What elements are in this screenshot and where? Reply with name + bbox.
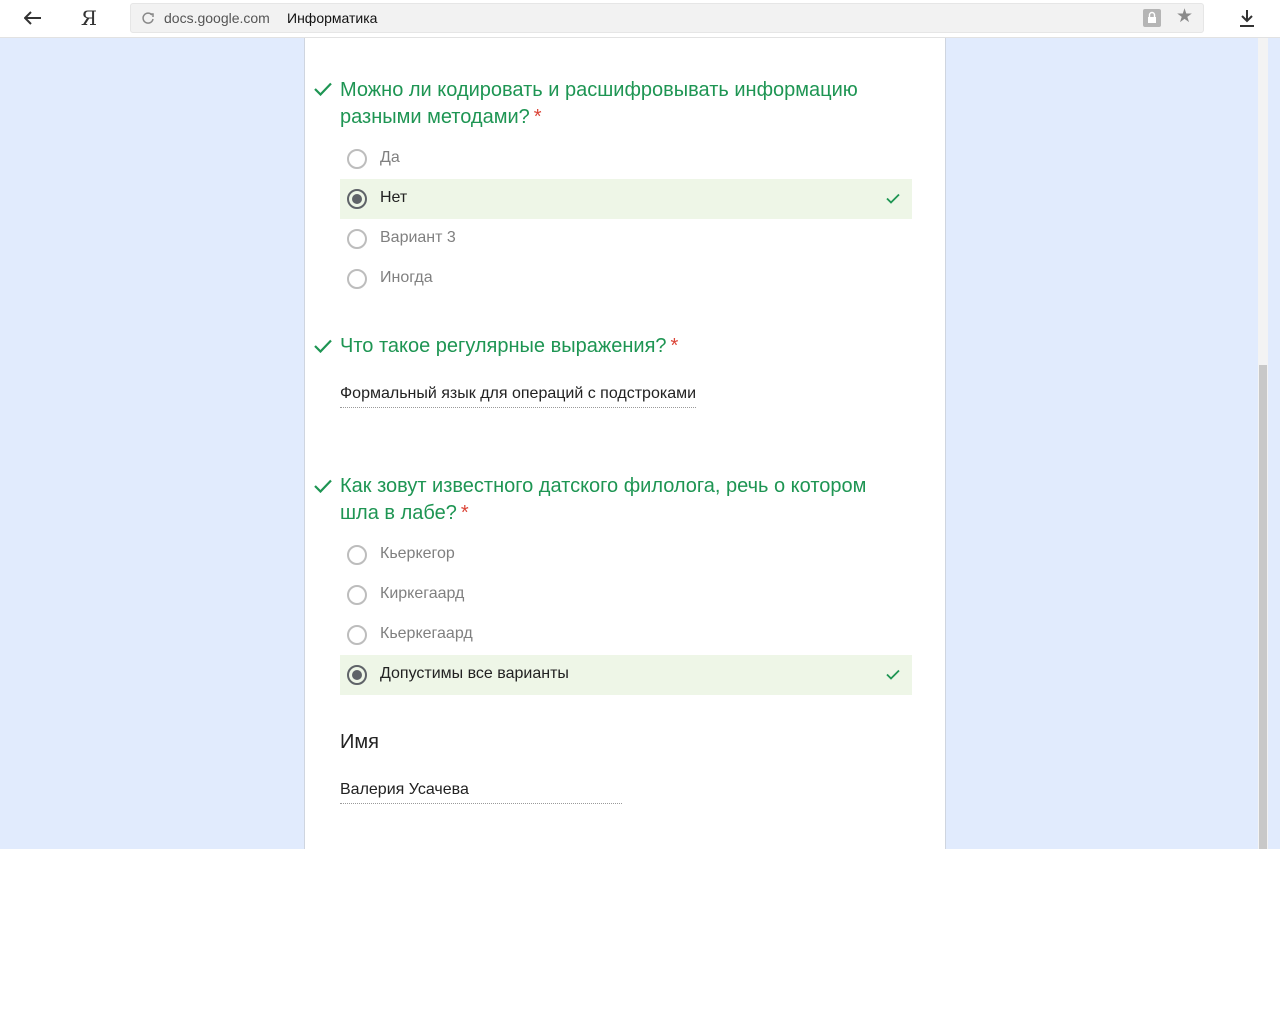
correct-answer-check-icon	[886, 193, 900, 204]
option-row-selected[interactable]: Нет	[340, 179, 912, 219]
correct-check-icon	[314, 479, 332, 493]
question-title: Что такое регулярные выражения? *	[340, 335, 679, 357]
option-label: Иногда	[380, 269, 433, 286]
option-label: Нет	[380, 189, 408, 206]
radio-button[interactable]	[347, 625, 367, 645]
radio-button-checked[interactable]	[347, 189, 367, 209]
option-row[interactable]: Киркегаард	[340, 575, 912, 615]
option-label: Киркегаард	[380, 585, 465, 602]
required-asterisk: *	[533, 106, 542, 128]
back-arrow-icon[interactable]	[18, 4, 48, 32]
radio-button[interactable]	[347, 149, 367, 169]
option-label: Допустимы все варианты	[380, 665, 569, 682]
correct-check-icon	[314, 82, 332, 96]
address-bar[interactable]: docs.google.com Информатика ★	[130, 3, 1204, 33]
option-label: Кьеркегор	[380, 545, 455, 562]
option-row[interactable]: Вариант 3	[340, 219, 912, 259]
form-card: Можно ли кодировать и расшифровывать инф…	[304, 38, 946, 849]
question-title: Как зовут известного датского филолога, …	[340, 475, 867, 524]
radio-button-checked[interactable]	[347, 665, 367, 685]
option-row[interactable]: Кьеркегаард	[340, 615, 912, 655]
option-label: Вариант 3	[380, 229, 456, 246]
lock-icon[interactable]	[1143, 9, 1161, 27]
url-domain[interactable]: docs.google.com	[164, 10, 270, 26]
option-row-selected[interactable]: Допустимы все варианты	[340, 655, 912, 695]
question-title: Можно ли кодировать и расшифровывать инф…	[340, 79, 858, 128]
name-input[interactable]: Валерия Усачева	[340, 781, 622, 804]
yandex-logo-icon[interactable]: Я	[74, 4, 104, 32]
correct-check-icon	[314, 339, 332, 353]
required-asterisk: *	[460, 502, 469, 524]
option-label: Да	[380, 149, 400, 166]
required-asterisk: *	[670, 335, 679, 357]
page-viewport: Можно ли кодировать и расшифровывать инф…	[0, 38, 1280, 849]
bookmark-star-icon[interactable]: ★	[1176, 7, 1193, 27]
download-icon[interactable]	[1232, 4, 1262, 32]
scrollbar-thumb[interactable]	[1259, 365, 1267, 849]
radio-button[interactable]	[347, 229, 367, 249]
reload-icon[interactable]	[141, 11, 155, 25]
option-row[interactable]: Иногда	[340, 259, 912, 299]
correct-answer-check-icon	[886, 669, 900, 680]
text-answer-field[interactable]: Формальный язык для операций с подстрока…	[340, 385, 697, 408]
radio-button[interactable]	[347, 269, 367, 289]
radio-button[interactable]	[347, 585, 367, 605]
vertical-scrollbar[interactable]	[1258, 38, 1268, 849]
option-row[interactable]: Кьеркегор	[340, 535, 912, 575]
option-row[interactable]: Да	[340, 139, 912, 179]
name-field-label: Имя	[340, 731, 379, 753]
page-title[interactable]: Информатика	[287, 10, 377, 26]
browser-toolbar: Я docs.google.com Информатика ★	[0, 0, 1280, 38]
radio-button[interactable]	[347, 545, 367, 565]
option-label: Кьеркегаард	[380, 625, 473, 642]
